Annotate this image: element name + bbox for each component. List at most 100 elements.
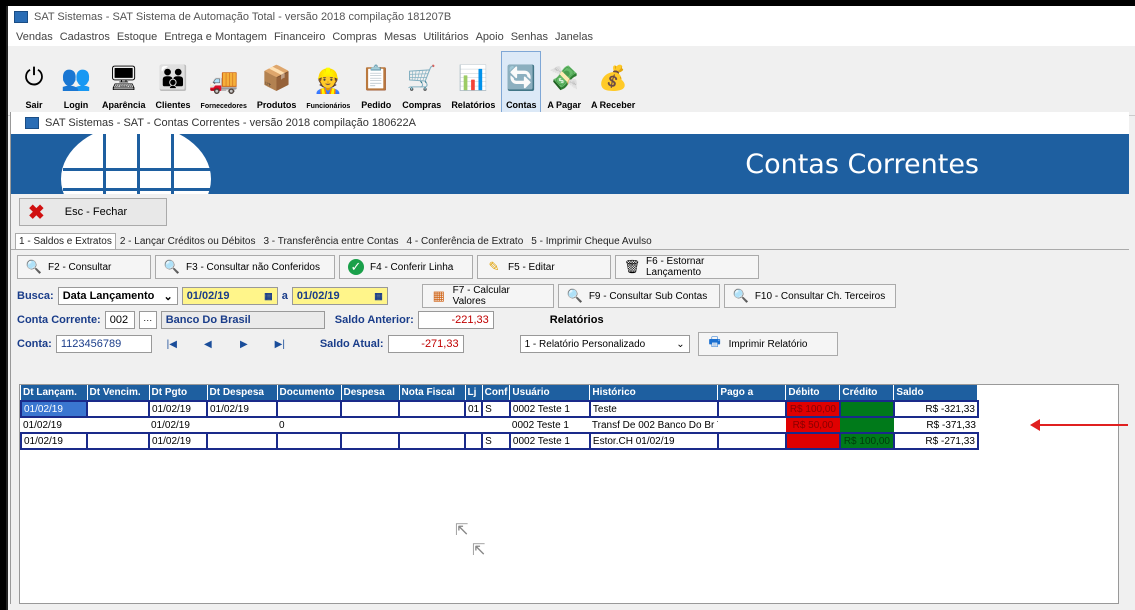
menu-financeiro[interactable]: Financeiro [274,31,325,43]
date-from-field[interactable]: 01/02/19 ▦ [181,287,278,305]
menu-janelas[interactable]: Janelas [555,31,593,43]
col-lj[interactable]: Lj [465,385,483,401]
col-conf[interactable]: Conf [482,385,511,401]
cell-documento[interactable] [276,432,342,450]
tab-lancar[interactable]: 2 - Lançar Créditos ou Débitos [116,233,260,249]
close-button[interactable]: ✖ Esc - Fechar [19,198,167,226]
cell-dt-vencim[interactable] [86,432,150,450]
cell-usuario[interactable]: 0002 Teste 1 [510,417,590,433]
login-button[interactable]: 👥 Login [56,51,96,113]
menu-compras[interactable]: Compras [332,31,377,43]
cell-credito[interactable] [839,417,894,433]
prev-record-icon[interactable]: ◀ [192,335,224,353]
cell-conf[interactable] [482,417,510,433]
consultar-nao-conferidos-button[interactable]: 🔍 F3 - Consultar não Conferidos [155,255,335,279]
col-historico[interactable]: Histórico [589,385,719,401]
sair-button[interactable]: ⏻ Sair [14,51,54,113]
cell-conf[interactable]: S [481,432,511,450]
cell-despesa[interactable] [341,417,399,433]
col-credito[interactable]: Crédito [839,385,895,401]
a-receber-button[interactable]: 💰 A Receber [587,51,639,113]
cell-debito[interactable]: R$ 100,00 [784,400,841,418]
cell-historico[interactable]: Estor.CH 01/02/19 [588,432,719,450]
editar-button[interactable]: ✎ F5 - Editar [477,255,611,279]
calcular-valores-button[interactable]: ▦ F7 - Calcular Valores [421,284,554,308]
cell-lj[interactable] [465,417,482,433]
cell-debito[interactable] [784,432,841,450]
col-despesa[interactable]: Despesa [341,385,400,401]
col-dt-pgto[interactable]: Dt Pgto [149,385,208,401]
cell-pago-a[interactable] [716,432,787,450]
col-dt-lancam[interactable]: Dt Lançam. [21,385,88,401]
cell-usuario[interactable]: 0002 Teste 1 [508,432,591,450]
cell-historico[interactable]: Teste [588,400,719,418]
cell-nota-fiscal[interactable] [398,400,466,418]
col-dt-despesa[interactable]: Dt Despesa [207,385,278,401]
cell-saldo[interactable]: R$ -271,33 [892,432,979,450]
ch-terceiros-button[interactable]: 🔍 F10 - Consultar Ch. Terceiros [723,284,896,308]
menu-utilitarios[interactable]: Utilitários [423,31,468,43]
cell-despesa[interactable] [340,400,400,418]
tab-saldos[interactable]: 1 - Saldos e Extratos [15,233,116,249]
cell-dt-despesa[interactable] [206,432,278,450]
sub-contas-button[interactable]: 🔍 F9 - Consultar Sub Contas [557,284,720,308]
estornar-button[interactable]: 🗑 F6 - Estornar Lançamento [615,255,759,279]
cell-documento[interactable] [276,400,342,418]
cell-dt-vencim[interactable] [86,400,150,418]
cell-pago-a[interactable] [718,417,786,433]
cell-dt-pgto[interactable]: 01/02/19 [148,432,208,450]
consultar-button[interactable]: 🔍 F2 - Consultar [17,255,151,279]
menu-estoque[interactable]: Estoque [117,31,157,43]
cell-saldo[interactable]: R$ -371,33 [894,417,978,433]
menu-senhas[interactable]: Senhas [511,31,548,43]
relatorios-button[interactable]: 📊 Relatórios [447,51,499,113]
cell-conf[interactable]: S [481,400,511,418]
cell-credito[interactable] [838,400,895,418]
conferir-linha-button[interactable]: ✓ F4 - Conferir Linha [339,255,473,279]
cell-saldo[interactable]: R$ -321,33 [892,400,979,418]
menu-apoio[interactable]: Apoio [476,31,504,43]
next-record-icon[interactable]: ▶ [228,335,260,353]
lookup-icon[interactable]: ··· [138,311,157,329]
compras-button[interactable]: 🛒 Compras [398,51,445,113]
cell-usuario[interactable]: 0002 Teste 1 [508,400,591,418]
clientes-button[interactable]: 👪 Clientes [152,51,195,113]
table-row[interactable]: 01/02/19 01/02/19 S 0002 Teste 1 Estor.C… [20,432,979,450]
cell-nota-fiscal[interactable] [399,417,465,433]
cell-dt-despesa[interactable] [207,417,277,433]
tab-conferencia[interactable]: 4 - Conferência de Extrato [403,233,528,249]
col-debito[interactable]: Débito [785,385,841,401]
cell-dt-lancam[interactable]: 01/02/19 [20,432,88,450]
menu-cadastros[interactable]: Cadastros [60,31,110,43]
menu-entrega[interactable]: Entrega e Montagem [164,31,267,43]
menu-vendas[interactable]: Vendas [16,31,53,43]
funcionarios-button[interactable]: 👷 Funcionários [302,51,354,113]
col-documento[interactable]: Documento [277,385,342,401]
cell-dt-lancam[interactable]: 01/02/19 [20,400,88,418]
a-pagar-button[interactable]: 💸 A Pagar [543,51,585,113]
tab-cheque[interactable]: 5 - Imprimir Cheque Avulso [527,233,655,249]
table-row[interactable]: 01/02/19 01/02/19 0 0002 Teste 1 Transf … [21,417,978,433]
col-nota-fiscal[interactable]: Nota Fiscal [399,385,466,401]
menu-mesas[interactable]: Mesas [384,31,416,43]
contas-button[interactable]: 🔄 Contas [501,51,542,113]
first-record-icon[interactable]: |◀ [156,335,188,353]
cell-nota-fiscal[interactable] [398,432,466,450]
imprimir-relatorio-button[interactable]: 🖶 Imprimir Relatório [697,332,838,356]
aparencia-button[interactable]: 🖥 Aparência [98,51,150,113]
cell-dt-pgto[interactable]: 01/02/19 [149,417,207,433]
last-record-icon[interactable]: ▶| [264,335,296,353]
pedido-button[interactable]: 📋 Pedido [356,51,396,113]
col-usuario[interactable]: Usuário [509,385,591,401]
cell-dt-vencim[interactable] [87,417,149,433]
relatorio-select[interactable]: 1 - Relatório Personalizado ⌄ [519,335,690,353]
produtos-button[interactable]: 📦 Produtos [253,51,301,113]
conta-code-field[interactable]: 002 [104,311,135,329]
col-pago-a[interactable]: Pago a [717,385,787,401]
cell-documento[interactable]: 0 [277,417,341,433]
fornecedores-button[interactable]: 🚚 Fornecedores [197,51,251,113]
cell-dt-pgto[interactable]: 01/02/19 [148,400,208,418]
cell-pago-a[interactable] [716,400,787,418]
cell-dt-lancam[interactable]: 01/02/19 [21,417,87,433]
cell-dt-despesa[interactable]: 01/02/19 [206,400,278,418]
